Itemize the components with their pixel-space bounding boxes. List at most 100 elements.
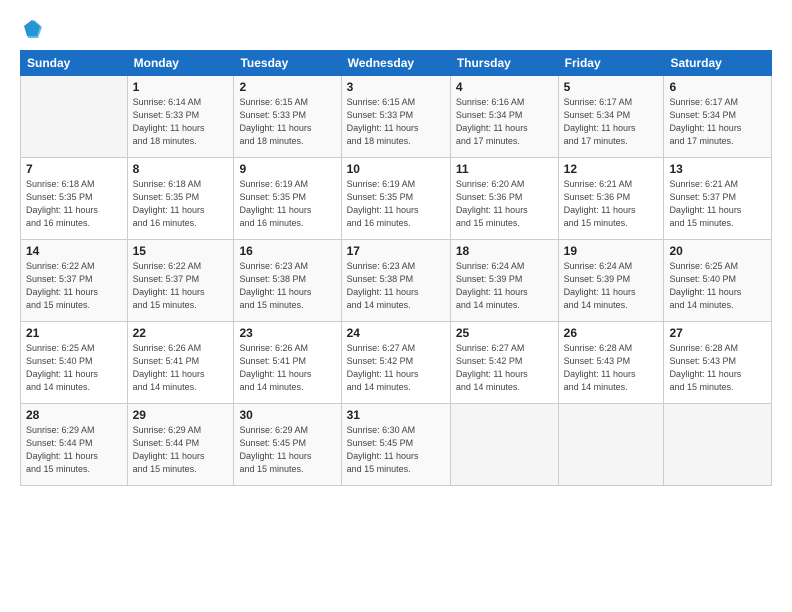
day-info: Sunrise: 6:27 AM Sunset: 5:42 PM Dayligh… <box>456 342 553 394</box>
day-info: Sunrise: 6:23 AM Sunset: 5:38 PM Dayligh… <box>347 260 445 312</box>
calendar-cell <box>450 404 558 486</box>
day-info: Sunrise: 6:19 AM Sunset: 5:35 PM Dayligh… <box>347 178 445 230</box>
calendar-cell: 31 Sunrise: 6:30 AM Sunset: 5:45 PM Dayli… <box>341 404 450 486</box>
calendar-cell <box>664 404 772 486</box>
calendar-week-row: 7 Sunrise: 6:18 AM Sunset: 5:35 PM Daylig… <box>21 158 772 240</box>
calendar-cell: 26 Sunrise: 6:28 AM Sunset: 5:43 PM Dayli… <box>558 322 664 404</box>
calendar-cell: 25 Sunrise: 6:27 AM Sunset: 5:42 PM Dayli… <box>450 322 558 404</box>
day-number: 18 <box>456 244 553 258</box>
day-info: Sunrise: 6:25 AM Sunset: 5:40 PM Dayligh… <box>669 260 766 312</box>
logo <box>20 18 46 40</box>
calendar-cell: 21 Sunrise: 6:25 AM Sunset: 5:40 PM Dayli… <box>21 322 128 404</box>
day-number: 28 <box>26 408 122 422</box>
day-info: Sunrise: 6:21 AM Sunset: 5:37 PM Dayligh… <box>669 178 766 230</box>
day-number: 9 <box>239 162 335 176</box>
calendar-cell: 17 Sunrise: 6:23 AM Sunset: 5:38 PM Dayli… <box>341 240 450 322</box>
calendar-cell: 30 Sunrise: 6:29 AM Sunset: 5:45 PM Dayli… <box>234 404 341 486</box>
calendar-cell: 8 Sunrise: 6:18 AM Sunset: 5:35 PM Daylig… <box>127 158 234 240</box>
day-info: Sunrise: 6:18 AM Sunset: 5:35 PM Dayligh… <box>26 178 122 230</box>
day-number: 29 <box>133 408 229 422</box>
day-info: Sunrise: 6:26 AM Sunset: 5:41 PM Dayligh… <box>239 342 335 394</box>
day-number: 20 <box>669 244 766 258</box>
day-number: 17 <box>347 244 445 258</box>
day-info: Sunrise: 6:28 AM Sunset: 5:43 PM Dayligh… <box>564 342 659 394</box>
day-number: 15 <box>133 244 229 258</box>
calendar-week-row: 1 Sunrise: 6:14 AM Sunset: 5:33 PM Daylig… <box>21 76 772 158</box>
calendar-cell: 14Sunrise: 6:22 AM Sunset: 5:37 PM Dayli… <box>21 240 128 322</box>
day-number: 24 <box>347 326 445 340</box>
day-info: Sunrise: 6:25 AM Sunset: 5:40 PM Dayligh… <box>26 342 122 394</box>
day-number: 30 <box>239 408 335 422</box>
day-info: Sunrise: 6:18 AM Sunset: 5:35 PM Dayligh… <box>133 178 229 230</box>
day-info: Sunrise: 6:29 AM Sunset: 5:44 PM Dayligh… <box>26 424 122 476</box>
calendar-cell: 20 Sunrise: 6:25 AM Sunset: 5:40 PM Dayli… <box>664 240 772 322</box>
day-number: 26 <box>564 326 659 340</box>
calendar-cell: 4Sunrise: 6:16 AM Sunset: 5:34 PM Daylig… <box>450 76 558 158</box>
day-number: 6 <box>669 80 766 94</box>
calendar-header-thursday: Thursday <box>450 51 558 76</box>
calendar-cell: 3 Sunrise: 6:15 AM Sunset: 5:33 PM Daylig… <box>341 76 450 158</box>
day-info: Sunrise: 6:20 AM Sunset: 5:36 PM Dayligh… <box>456 178 553 230</box>
day-number: 22 <box>133 326 229 340</box>
day-number: 16 <box>239 244 335 258</box>
calendar-cell: 18 Sunrise: 6:24 AM Sunset: 5:39 PM Dayli… <box>450 240 558 322</box>
calendar-cell: 6 Sunrise: 6:17 AM Sunset: 5:34 PM Daylig… <box>664 76 772 158</box>
header <box>20 18 772 40</box>
calendar-cell <box>21 76 128 158</box>
day-number: 3 <box>347 80 445 94</box>
calendar-week-row: 21 Sunrise: 6:25 AM Sunset: 5:40 PM Dayli… <box>21 322 772 404</box>
calendar-week-row: 14 Sunrise: 6:22 AM Sunset: 5:37 PM Dayli… <box>21 240 772 322</box>
day-number: 27 <box>669 326 766 340</box>
calendar-cell: 22 Sunrise: 6:26 AM Sunset: 5:41 PM Dayli… <box>127 322 234 404</box>
calendar-cell: 29 Sunrise: 6:29 AM Sunset: 5:44 PM Dayli… <box>127 404 234 486</box>
calendar-header-row: SundayMondayTuesdayWednesdayThursdayFrid… <box>21 51 772 76</box>
calendar-cell: 16 Sunrise: 6:23 AM Sunset: 5:38 PM Dayli… <box>234 240 341 322</box>
calendar-cell: 19Sunrise: 6:24 AM Sunset: 5:39 PM Dayli… <box>558 240 664 322</box>
day-info: Sunrise: 6:27 AM Sunset: 5:42 PM Dayligh… <box>347 342 445 394</box>
calendar-cell: 1 Sunrise: 6:14 AM Sunset: 5:33 PM Daylig… <box>127 76 234 158</box>
calendar-cell: 2Sunrise: 6:15 AM Sunset: 5:33 PM Daylig… <box>234 76 341 158</box>
day-info: Sunrise: 6:23 AM Sunset: 5:38 PM Dayligh… <box>239 260 335 312</box>
day-info: Sunrise: 6:21 AM Sunset: 5:36 PM Dayligh… <box>564 178 659 230</box>
calendar-header-sunday: Sunday <box>21 51 128 76</box>
day-number: 13 <box>669 162 766 176</box>
calendar-cell: 23 Sunrise: 6:26 AM Sunset: 5:41 PM Dayli… <box>234 322 341 404</box>
day-info: Sunrise: 6:26 AM Sunset: 5:41 PM Dayligh… <box>133 342 229 394</box>
day-number: 31 <box>347 408 445 422</box>
day-info: Sunrise: 6:17 AM Sunset: 5:34 PM Dayligh… <box>669 96 766 148</box>
day-info: Sunrise: 6:29 AM Sunset: 5:45 PM Dayligh… <box>239 424 335 476</box>
calendar-header-wednesday: Wednesday <box>341 51 450 76</box>
calendar-cell: 5 Sunrise: 6:17 AM Sunset: 5:34 PM Daylig… <box>558 76 664 158</box>
calendar-table: SundayMondayTuesdayWednesdayThursdayFrid… <box>20 50 772 486</box>
day-number: 25 <box>456 326 553 340</box>
day-number: 8 <box>133 162 229 176</box>
calendar-cell <box>558 404 664 486</box>
day-number: 4 <box>456 80 553 94</box>
day-info: Sunrise: 6:29 AM Sunset: 5:44 PM Dayligh… <box>133 424 229 476</box>
calendar-cell: 28 Sunrise: 6:29 AM Sunset: 5:44 PM Dayli… <box>21 404 128 486</box>
day-number: 10 <box>347 162 445 176</box>
day-info: Sunrise: 6:28 AM Sunset: 5:43 PM Dayligh… <box>669 342 766 394</box>
day-info: Sunrise: 6:14 AM Sunset: 5:33 PM Dayligh… <box>133 96 229 148</box>
day-number: 23 <box>239 326 335 340</box>
calendar-header-monday: Monday <box>127 51 234 76</box>
calendar-header-friday: Friday <box>558 51 664 76</box>
day-number: 1 <box>133 80 229 94</box>
page: SundayMondayTuesdayWednesdayThursdayFrid… <box>0 0 792 612</box>
day-number: 7 <box>26 162 122 176</box>
day-info: Sunrise: 6:22 AM Sunset: 5:37 PM Dayligh… <box>133 260 229 312</box>
day-info: Sunrise: 6:24 AM Sunset: 5:39 PM Dayligh… <box>564 260 659 312</box>
calendar-cell: 27 Sunrise: 6:28 AM Sunset: 5:43 PM Dayli… <box>664 322 772 404</box>
day-number: 5 <box>564 80 659 94</box>
day-number: 11 <box>456 162 553 176</box>
calendar-cell: 12 Sunrise: 6:21 AM Sunset: 5:36 PM Dayli… <box>558 158 664 240</box>
day-info: Sunrise: 6:15 AM Sunset: 5:33 PM Dayligh… <box>347 96 445 148</box>
calendar-cell: 10 Sunrise: 6:19 AM Sunset: 5:35 PM Dayli… <box>341 158 450 240</box>
day-info: Sunrise: 6:17 AM Sunset: 5:34 PM Dayligh… <box>564 96 659 148</box>
day-number: 21 <box>26 326 122 340</box>
day-number: 14 <box>26 244 122 258</box>
logo-icon <box>20 18 42 40</box>
day-info: Sunrise: 6:24 AM Sunset: 5:39 PM Dayligh… <box>456 260 553 312</box>
day-number: 12 <box>564 162 659 176</box>
day-info: Sunrise: 6:30 AM Sunset: 5:45 PM Dayligh… <box>347 424 445 476</box>
